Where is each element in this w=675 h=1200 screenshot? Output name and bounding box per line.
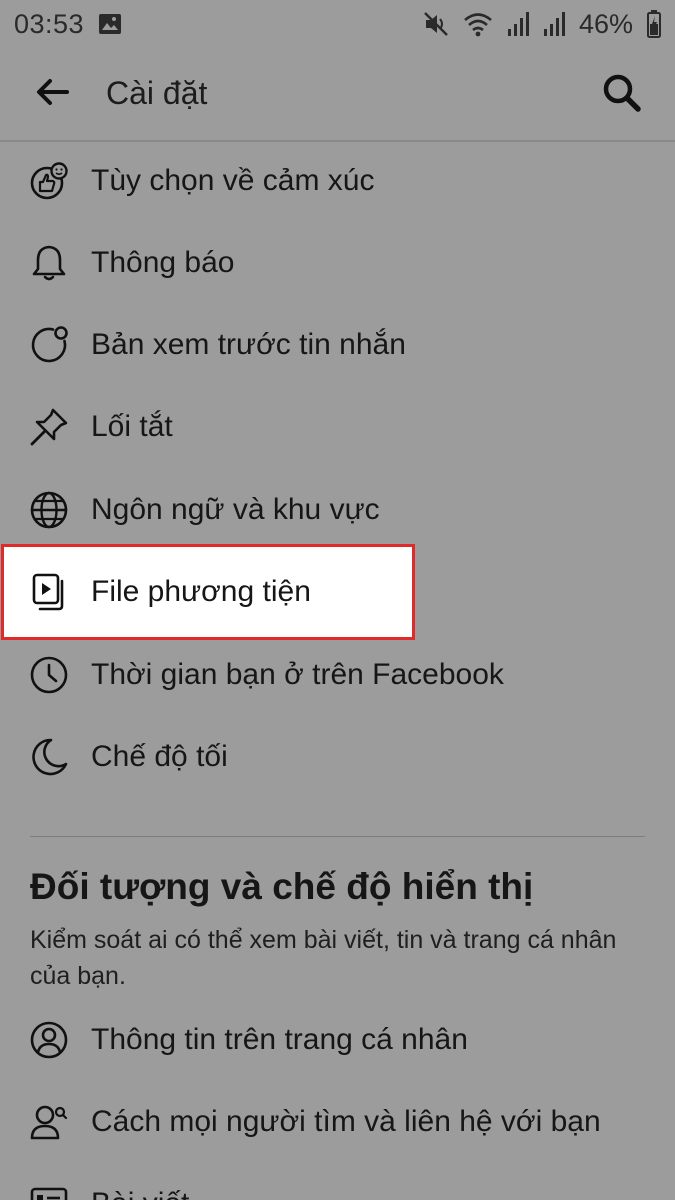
menu-item-label: Chế độ tối: [91, 740, 228, 773]
pin-icon: [28, 406, 70, 448]
menu-item-label: Bản xem trước tin nhắn: [91, 328, 406, 361]
search-button[interactable]: [599, 72, 645, 118]
find-people-icon: [28, 1101, 70, 1143]
menu-item-reactions[interactable]: Tùy chọn về cảm xúc: [0, 140, 675, 222]
posts-icon: [28, 1183, 70, 1200]
battery-percent: 46%: [578, 8, 633, 39]
back-button[interactable]: [30, 72, 74, 116]
menu-item-label: Ngôn ngữ và khu vực: [91, 493, 380, 526]
section-title: Đối tượng và chế độ hiển thị: [30, 866, 534, 907]
menu-item-shortcuts[interactable]: Lối tắt: [0, 386, 675, 468]
menu-item-media[interactable]: File phương tiện: [0, 551, 675, 633]
menu-item-dark-mode[interactable]: Chế độ tối: [0, 716, 675, 798]
page-title: Cài đặt: [106, 75, 208, 111]
app-header: Cài đặt: [0, 48, 675, 142]
menu-item-label: Lối tắt: [91, 410, 173, 443]
menu-item-posts[interactable]: Bài viết: [0, 1163, 675, 1200]
menu-item-label: Tùy chọn về cảm xúc: [91, 164, 375, 197]
bell-icon: [28, 242, 70, 284]
menu-item-label: Thông tin trên trang cá nhân: [91, 1023, 468, 1056]
signal-icon: [543, 11, 565, 37]
section-divider: [30, 836, 645, 837]
search-icon: [602, 73, 642, 118]
media-icon: [28, 571, 70, 613]
menu-item-language[interactable]: Ngôn ngữ và khu vực: [0, 469, 675, 551]
menu-item-label: Thông báo: [91, 246, 235, 279]
status-bar: 03:53 46%: [0, 0, 675, 48]
status-time: 03:53: [14, 8, 85, 39]
menu-item-time-on-facebook[interactable]: Thời gian bạn ở trên Facebook: [0, 634, 675, 716]
mute-icon: [423, 11, 449, 37]
section-description: Kiểm soát ai có thể xem bài viết, tin và…: [30, 926, 617, 990]
moon-icon: [28, 736, 70, 778]
status-right: 46%: [423, 9, 661, 40]
image-icon: [98, 13, 122, 35]
signal-icon: [507, 11, 529, 37]
wifi-icon: [463, 11, 493, 37]
menu-item-label: Cách mọi người tìm và liên hệ với bạn: [91, 1105, 601, 1138]
menu-item-label: File phương tiện: [91, 575, 311, 608]
arrow-left-icon: [35, 77, 69, 112]
menu-item-label: Thời gian bạn ở trên Facebook: [91, 658, 504, 691]
menu-item-message-preview[interactable]: Bản xem trước tin nhắn: [0, 304, 675, 386]
menu-item-notifications[interactable]: Thông báo: [0, 222, 675, 304]
status-left: 03:53: [14, 9, 122, 40]
message-preview-icon: [28, 324, 70, 366]
clock-icon: [28, 654, 70, 696]
menu-item-find-people[interactable]: Cách mọi người tìm và liên hệ với bạn: [0, 1081, 675, 1163]
menu-item-profile-info[interactable]: Thông tin trên trang cá nhân: [0, 999, 675, 1081]
battery-icon: [647, 10, 661, 38]
reaction-icon: [28, 160, 70, 202]
profile-icon: [28, 1019, 70, 1061]
globe-icon: [28, 489, 70, 531]
menu-item-label: Bài viết: [91, 1187, 189, 1200]
